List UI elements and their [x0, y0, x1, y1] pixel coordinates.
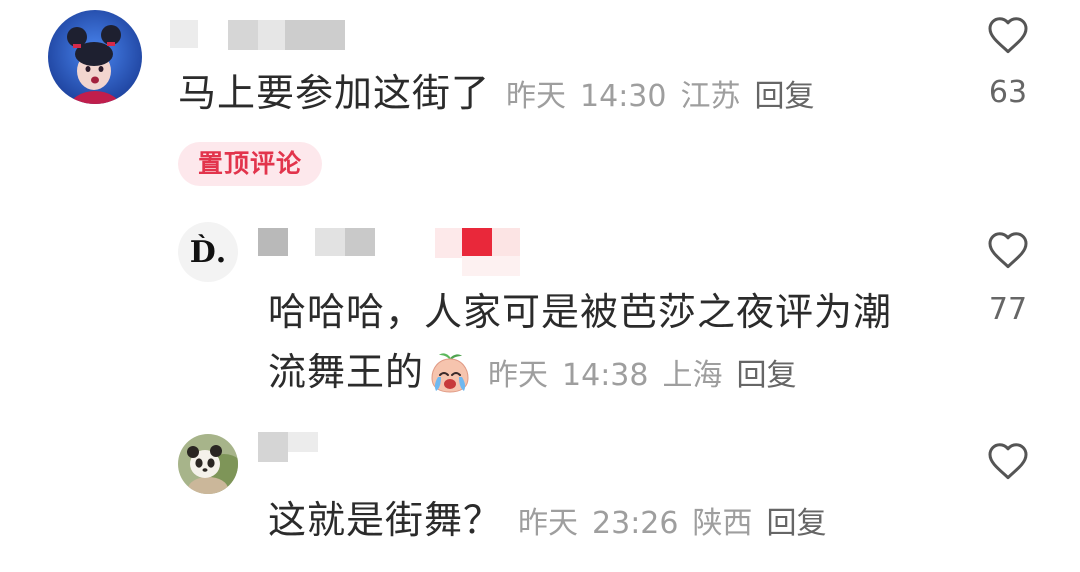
reply-time: 23:26	[592, 506, 679, 541]
reply-body[interactable]: 哈哈哈，人家可是被芭莎之夜评为潮流舞王的 昨天 14:38 上海 回复	[268, 282, 908, 406]
reply-date: 昨天	[488, 358, 549, 393]
reply-meta: 昨天 23:26 陕西 回复	[502, 506, 826, 541]
reply-avatar[interactable]	[178, 434, 238, 494]
pinned-comment-badge: 置顶评论	[178, 142, 322, 186]
reply-location: 陕西	[692, 506, 753, 541]
reply-avatar[interactable]: D̀.	[178, 222, 238, 282]
username-redacted[interactable]	[170, 20, 346, 50]
reply-time: 14:38	[562, 358, 649, 393]
commenter-avatar[interactable]	[48, 10, 142, 104]
comment-text: 马上要参加这街了	[178, 71, 491, 115]
comment-meta: 昨天 14:30 江苏 回复	[490, 79, 814, 114]
heart-icon	[988, 443, 1028, 480]
username-redacted[interactable]	[258, 432, 318, 462]
reply-button[interactable]: 回复	[766, 506, 826, 541]
panda-avatar-icon	[178, 434, 238, 494]
comment-date: 昨天	[506, 79, 567, 114]
heart-icon	[988, 17, 1028, 54]
comment-time: 14:30	[580, 79, 667, 114]
like-button[interactable]	[984, 226, 1032, 274]
crying-emoji-icon	[428, 350, 472, 394]
username-redacted[interactable]	[258, 228, 520, 276]
like-button[interactable]	[984, 437, 1032, 485]
comment-location: 江苏	[680, 79, 741, 114]
like-button[interactable]	[984, 11, 1032, 59]
heart-icon	[988, 232, 1028, 269]
comment-body[interactable]: 马上要参加这街了 昨天 14:30 江苏 回复	[178, 63, 814, 127]
reply-text: 这就是街舞？	[268, 498, 503, 542]
avatar-logo-text: D̀.	[178, 222, 238, 282]
cartoon-avatar-icon	[48, 10, 142, 104]
reply-body[interactable]: 这就是街舞？ 昨天 23:26 陕西 回复	[268, 490, 826, 554]
reply-date: 昨天	[518, 506, 579, 541]
reply-location: 上海	[662, 358, 723, 393]
reply-meta: 昨天 14:38 上海 回复	[472, 358, 796, 393]
like-count: 77	[988, 292, 1028, 327]
like-count: 63	[988, 75, 1028, 110]
reply-button[interactable]: 回复	[754, 79, 814, 114]
reply-button[interactable]: 回复	[736, 358, 796, 393]
